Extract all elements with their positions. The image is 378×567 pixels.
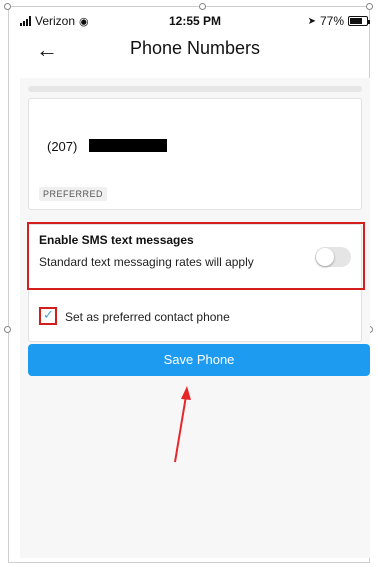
battery-icon <box>348 16 370 26</box>
page-title: Phone Numbers <box>129 38 261 58</box>
frame-handle-mid-left <box>4 326 11 333</box>
sms-subtitle: Standard text messaging rates will apply <box>39 255 254 269</box>
main-content: (207) PREFERRED Enable SMS text messages… <box>20 78 370 558</box>
battery-percent: 77% <box>319 14 344 28</box>
preferred-contact-row: ✓ Set as preferred contact phone <box>37 307 357 327</box>
phone-area-code: (207) <box>47 139 78 154</box>
preferred-contact-checkbox[interactable]: ✓ <box>39 307 57 325</box>
phone-number-card[interactable]: (207) PREFERRED <box>28 98 362 210</box>
frame-handle-top-center <box>199 3 206 10</box>
preferred-contact-label: Set as preferred contact phone <box>65 310 230 324</box>
frame-handle-top-left <box>4 3 11 10</box>
checkmark-icon: ✓ <box>43 307 54 322</box>
sms-toggle[interactable] <box>315 247 351 267</box>
toggle-knob <box>316 248 334 266</box>
save-phone-button[interactable]: Save Phone <box>28 344 370 376</box>
redacted-phone-number <box>89 139 167 152</box>
frame-handle-top-right <box>366 3 373 10</box>
location-icon: ➤ <box>307 15 316 27</box>
sms-title: Enable SMS text messages <box>39 233 194 247</box>
status-bar: Verizon ◉ 12:55 PM ➤ 77% <box>20 10 370 32</box>
status-right: ➤ 77% <box>307 14 370 28</box>
blurred-divider <box>28 86 362 92</box>
sms-settings-card: Enable SMS text messages Standard text m… <box>27 222 365 342</box>
battery-fill <box>350 18 363 24</box>
preferred-badge: PREFERRED <box>39 187 108 201</box>
header: ← Phone Numbers <box>20 34 370 68</box>
